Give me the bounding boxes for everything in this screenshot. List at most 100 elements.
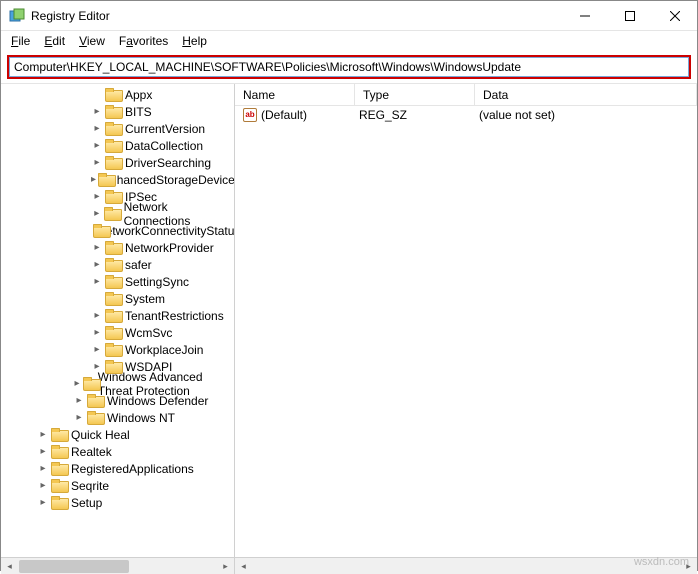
chevron-right-icon[interactable] bbox=[91, 174, 96, 185]
tree-item[interactable]: Quick Heal bbox=[1, 426, 234, 443]
menu-favorites[interactable]: Favorites bbox=[113, 33, 174, 49]
tree-item-label: WcmSvc bbox=[123, 326, 174, 340]
folder-icon bbox=[105, 190, 121, 204]
tree-item[interactable]: Setup bbox=[1, 494, 234, 511]
tree-item[interactable]: NetworkProvider bbox=[1, 239, 234, 256]
value-row[interactable]: ab(Default)REG_SZ(value not set) bbox=[235, 106, 697, 124]
folder-icon bbox=[51, 496, 67, 510]
tree-item-label: Seqrite bbox=[69, 479, 111, 493]
folder-icon bbox=[105, 360, 121, 374]
chevron-right-icon[interactable] bbox=[91, 208, 102, 219]
chevron-right-icon[interactable] bbox=[73, 412, 85, 423]
tree-hscroll-thumb[interactable] bbox=[19, 560, 129, 573]
folder-icon bbox=[105, 88, 121, 102]
tree-item-label: DataCollection bbox=[123, 139, 205, 153]
folder-icon bbox=[83, 377, 94, 391]
maximize-button[interactable] bbox=[607, 1, 652, 30]
folder-icon bbox=[105, 292, 121, 306]
tree-item[interactable]: EnhancedStorageDevices bbox=[1, 171, 234, 188]
menu-help[interactable]: Help bbox=[176, 33, 213, 49]
tree-item[interactable]: WcmSvc bbox=[1, 324, 234, 341]
column-name[interactable]: Name bbox=[235, 84, 355, 105]
folder-icon bbox=[87, 411, 103, 425]
tree-item[interactable]: SettingSync bbox=[1, 273, 234, 290]
tree-item[interactable]: System bbox=[1, 290, 234, 307]
scroll-left-icon[interactable]: ◂ bbox=[235, 558, 252, 574]
folder-icon bbox=[105, 275, 121, 289]
regedit-icon bbox=[9, 8, 25, 24]
tree-item-label: WorkplaceJoin bbox=[123, 343, 205, 357]
tree-item-label: safer bbox=[123, 258, 154, 272]
chevron-right-icon[interactable] bbox=[37, 446, 49, 457]
value-data: (value not set) bbox=[475, 108, 697, 122]
menu-edit[interactable]: Edit bbox=[38, 33, 71, 49]
folder-icon bbox=[105, 156, 121, 170]
value-name: (Default) bbox=[261, 108, 307, 122]
folder-icon bbox=[105, 309, 121, 323]
column-type[interactable]: Type bbox=[355, 84, 475, 105]
list-hscroll[interactable]: ◂ ▸ bbox=[235, 558, 697, 574]
address-highlight bbox=[7, 55, 691, 79]
tree-item[interactable]: safer bbox=[1, 256, 234, 273]
chevron-right-icon[interactable] bbox=[91, 259, 103, 270]
folder-icon bbox=[105, 105, 121, 119]
chevron-right-icon[interactable] bbox=[73, 395, 85, 406]
scroll-right-icon[interactable]: ▸ bbox=[217, 558, 234, 574]
folder-icon bbox=[51, 479, 67, 493]
tree-item[interactable]: Realtek bbox=[1, 443, 234, 460]
folder-icon bbox=[105, 241, 121, 255]
chevron-right-icon[interactable] bbox=[73, 378, 81, 389]
tree-item[interactable]: TenantRestrictions bbox=[1, 307, 234, 324]
tree-item-label: NetworkProvider bbox=[123, 241, 216, 255]
folder-icon bbox=[105, 139, 121, 153]
menu-view[interactable]: View bbox=[73, 33, 111, 49]
tree-item[interactable]: Appx bbox=[1, 86, 234, 103]
tree-item[interactable]: NetworkConnectivityStatusIndicator bbox=[1, 222, 234, 239]
chevron-right-icon[interactable] bbox=[91, 310, 103, 321]
chevron-right-icon[interactable] bbox=[91, 140, 103, 151]
tree-item-label: EnhancedStorageDevices bbox=[100, 173, 234, 187]
tree-item[interactable]: BITS bbox=[1, 103, 234, 120]
tree-item-label: Windows NT bbox=[105, 411, 177, 425]
tree-item[interactable]: DriverSearching bbox=[1, 154, 234, 171]
chevron-right-icon[interactable] bbox=[91, 242, 103, 253]
horizontal-scrollbars: ◂ ▸ ◂ ▸ bbox=[1, 557, 697, 574]
tree-item[interactable]: DataCollection bbox=[1, 137, 234, 154]
tree-item-label: CurrentVersion bbox=[123, 122, 207, 136]
chevron-right-icon[interactable] bbox=[91, 123, 103, 134]
tree-item[interactable]: Seqrite bbox=[1, 477, 234, 494]
chevron-right-icon[interactable] bbox=[91, 327, 103, 338]
close-button[interactable] bbox=[652, 1, 697, 30]
tree-item[interactable]: Windows Defender bbox=[1, 392, 234, 409]
minimize-button[interactable] bbox=[562, 1, 607, 30]
chevron-right-icon[interactable] bbox=[37, 497, 49, 508]
menu-file[interactable]: File bbox=[5, 33, 36, 49]
folder-icon bbox=[51, 445, 67, 459]
chevron-right-icon[interactable] bbox=[91, 157, 103, 168]
tree-item[interactable]: CurrentVersion bbox=[1, 120, 234, 137]
tree-item[interactable]: RegisteredApplications bbox=[1, 460, 234, 477]
chevron-right-icon[interactable] bbox=[91, 344, 103, 355]
tree-item[interactable]: Windows NT bbox=[1, 409, 234, 426]
chevron-right-icon[interactable] bbox=[37, 463, 49, 474]
tree-item[interactable]: WorkplaceJoin bbox=[1, 341, 234, 358]
tree-item[interactable]: Windows Advanced Threat Protection bbox=[1, 375, 234, 392]
chevron-right-icon[interactable] bbox=[91, 276, 103, 287]
scroll-left-icon[interactable]: ◂ bbox=[1, 558, 18, 574]
address-input[interactable] bbox=[9, 57, 689, 77]
tree-pane[interactable]: AppxBITS CurrentVersion DataCollectionDriv… bbox=[1, 84, 235, 557]
tree-item-label: Quick Heal bbox=[69, 428, 132, 442]
tree-hscroll[interactable]: ◂ ▸ bbox=[1, 558, 235, 574]
chevron-right-icon[interactable] bbox=[91, 191, 103, 202]
titlebar: Registry Editor bbox=[1, 1, 697, 31]
tree-item-label: Setup bbox=[69, 496, 104, 510]
list-pane[interactable]: Name Type Data ab(Default)REG_SZ(value n… bbox=[235, 84, 697, 557]
tree-item[interactable]: Network Connections bbox=[1, 205, 234, 222]
tree-item-label: Appx bbox=[123, 88, 154, 102]
chevron-right-icon[interactable] bbox=[37, 429, 49, 440]
tree-item-label: System bbox=[123, 292, 167, 306]
tree-item-label: TenantRestrictions bbox=[123, 309, 226, 323]
column-data[interactable]: Data bbox=[475, 84, 697, 105]
chevron-right-icon[interactable] bbox=[37, 480, 49, 491]
chevron-right-icon[interactable] bbox=[91, 106, 103, 117]
